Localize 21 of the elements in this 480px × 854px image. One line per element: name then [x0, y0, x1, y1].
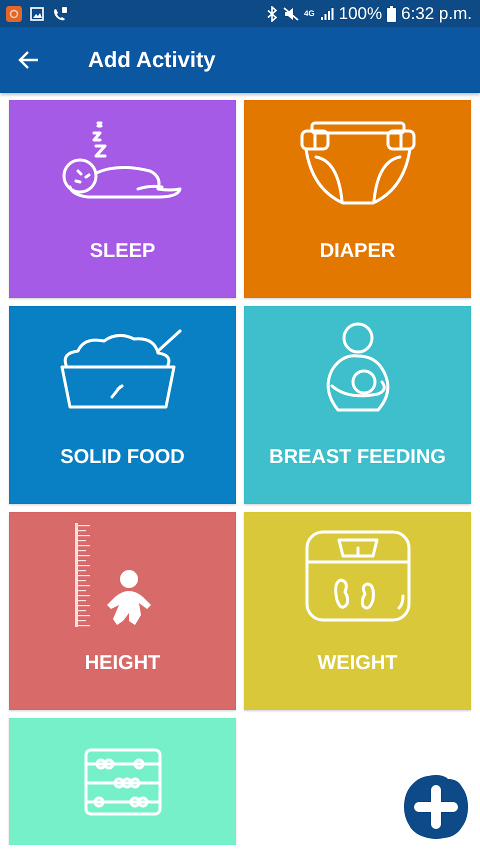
battery-icon — [387, 6, 396, 22]
activity-tile[interactable]: DIAPER — [244, 100, 471, 298]
bluetooth-icon — [266, 6, 278, 22]
battery-percentage: 100% — [338, 4, 382, 24]
activity-tile[interactable]: BREAST FEEDING — [244, 306, 471, 504]
activity-tile[interactable]: SOLID FOOD — [9, 306, 236, 504]
clock-time: 6:32 p.m. — [401, 4, 472, 24]
activity-tile[interactable]: SLEEP — [9, 100, 236, 298]
bathroom-scale-icon — [302, 528, 412, 624]
network-type: 4G — [304, 10, 315, 18]
image-icon — [30, 6, 44, 20]
phone-icon — [52, 6, 68, 22]
screen-title: Add Activity — [88, 47, 216, 73]
activity-tile[interactable]: HEIGHT — [9, 512, 236, 710]
add-button[interactable] — [403, 774, 469, 840]
signal-icon — [320, 6, 334, 20]
activity-tile[interactable]: WEIGHT — [244, 512, 471, 710]
app-notification-icon — [6, 6, 22, 22]
abacus-icon — [82, 747, 162, 817]
back-arrow-icon — [18, 50, 40, 70]
mute-icon — [282, 6, 299, 22]
